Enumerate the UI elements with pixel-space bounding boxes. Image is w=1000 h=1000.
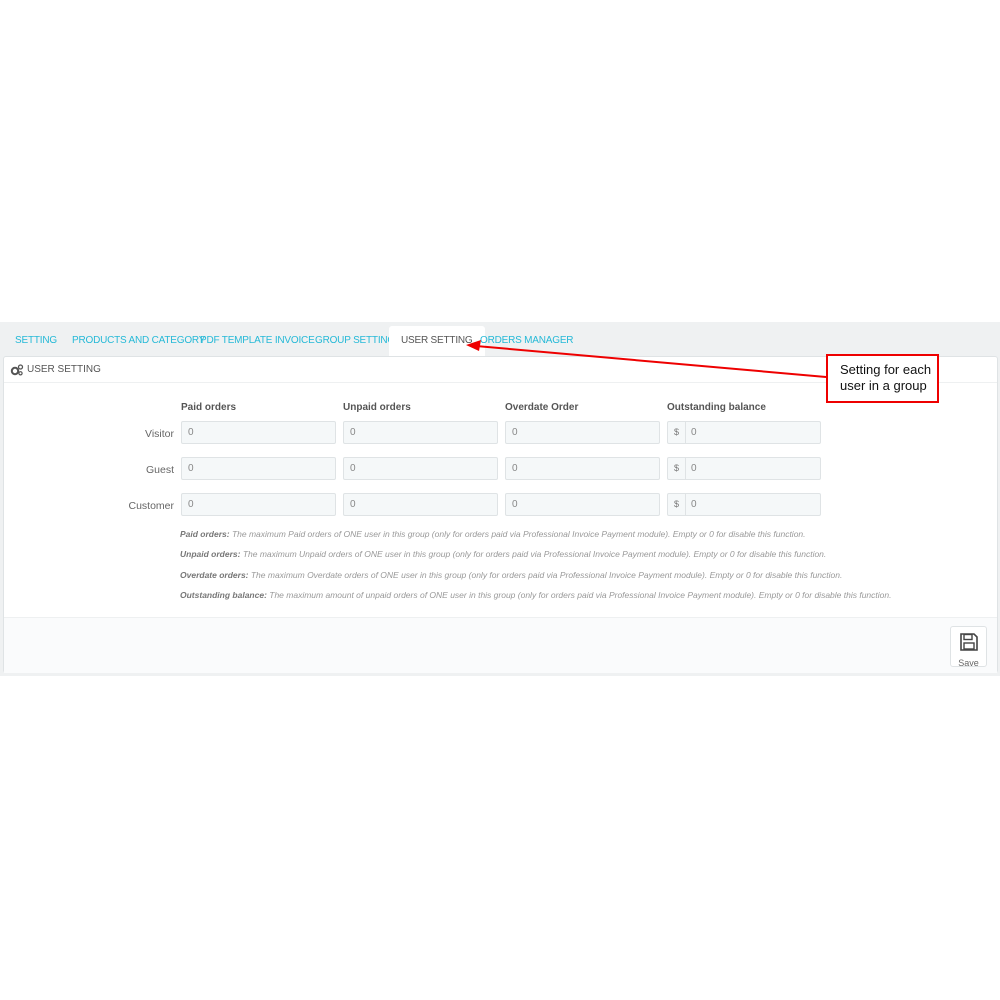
visitor-unpaid-orders-input[interactable]: 0 [343, 421, 498, 444]
col-header-overdate-order: Overdate Order [505, 402, 579, 413]
tab-bar: SETTING PRODUCTS AND CATEGORY PDF TEMPLA… [0, 322, 1000, 356]
tab-setting[interactable]: SETTING [15, 326, 57, 356]
input-value: 0 [691, 463, 697, 474]
tab-user-setting[interactable]: USER SETTING [389, 326, 485, 356]
guest-overdate-order-input[interactable]: 0 [505, 457, 660, 480]
visitor-overdate-order-input[interactable]: 0 [505, 421, 660, 444]
customer-paid-orders-input[interactable]: 0 [181, 493, 336, 516]
customer-unpaid-orders-input[interactable]: 0 [343, 493, 498, 516]
help-overdate-orders: Overdate orders: The maximum Overdate or… [180, 570, 842, 580]
help-term: Unpaid orders: [180, 549, 241, 559]
callout-line-1: Setting for each [840, 362, 932, 377]
col-header-unpaid-orders: Unpaid orders [343, 402, 411, 413]
col-header-outstanding-balance: Outstanding balance [667, 402, 766, 413]
help-paid-orders: Paid orders: The maximum Paid orders of … [180, 529, 806, 539]
callout-line-2: user in a group [840, 378, 927, 393]
currency-addon: $ [668, 494, 686, 515]
floppy-disk-icon [959, 633, 978, 651]
panel-title: USER SETTING [27, 363, 101, 375]
user-setting-panel: USER SETTING Paid orders Unpaid orders O… [3, 356, 998, 673]
visitor-outstanding-balance-input[interactable]: $ 0 [667, 421, 821, 444]
help-term: Paid orders: [180, 529, 230, 539]
help-text: The maximum Paid orders of ONE user in t… [229, 529, 806, 539]
customer-overdate-order-input[interactable]: 0 [505, 493, 660, 516]
help-text: The maximum amount of unpaid orders of O… [266, 590, 892, 600]
help-text: The maximum Overdate orders of ONE user … [248, 570, 843, 580]
input-value: 0 [691, 427, 697, 438]
guest-outstanding-balance-input[interactable]: $ 0 [667, 457, 821, 480]
tab-group-setting[interactable]: GROUP SETTING [315, 326, 395, 356]
help-outstanding-balance: Outstanding balance: The maximum amount … [180, 590, 891, 600]
annotation-callout: Setting for each user in a group [826, 354, 939, 403]
help-term: Outstanding balance: [180, 590, 267, 600]
panel-footer: Save [4, 617, 997, 673]
row-label-visitor: Visitor [145, 428, 174, 440]
help-unpaid-orders: Unpaid orders: The maximum Unpaid orders… [180, 549, 826, 559]
customer-outstanding-balance-input[interactable]: $ 0 [667, 493, 821, 516]
row-label-guest: Guest [145, 464, 174, 476]
help-text: The maximum Unpaid orders of ONE user in… [240, 549, 827, 559]
tab-pdf-template-invoice[interactable]: PDF TEMPLATE INVOICE [200, 326, 315, 356]
guest-paid-orders-input[interactable]: 0 [181, 457, 336, 480]
col-header-paid-orders: Paid orders [181, 402, 237, 413]
currency-addon: $ [668, 458, 686, 479]
currency-addon: $ [668, 422, 686, 443]
gears-icon [10, 363, 24, 376]
input-value: 0 [691, 499, 697, 510]
tab-orders-manager[interactable]: ORDERS MANAGER [480, 326, 574, 356]
guest-unpaid-orders-input[interactable]: 0 [343, 457, 498, 480]
help-term: Overdate orders: [180, 570, 249, 580]
save-button[interactable]: Save [950, 626, 987, 668]
save-label: Save [958, 658, 979, 668]
visitor-paid-orders-input[interactable]: 0 [181, 421, 336, 444]
tab-products-and-category[interactable]: PRODUCTS AND CATEGORY [72, 326, 205, 356]
row-label-customer: Customer [128, 500, 174, 512]
